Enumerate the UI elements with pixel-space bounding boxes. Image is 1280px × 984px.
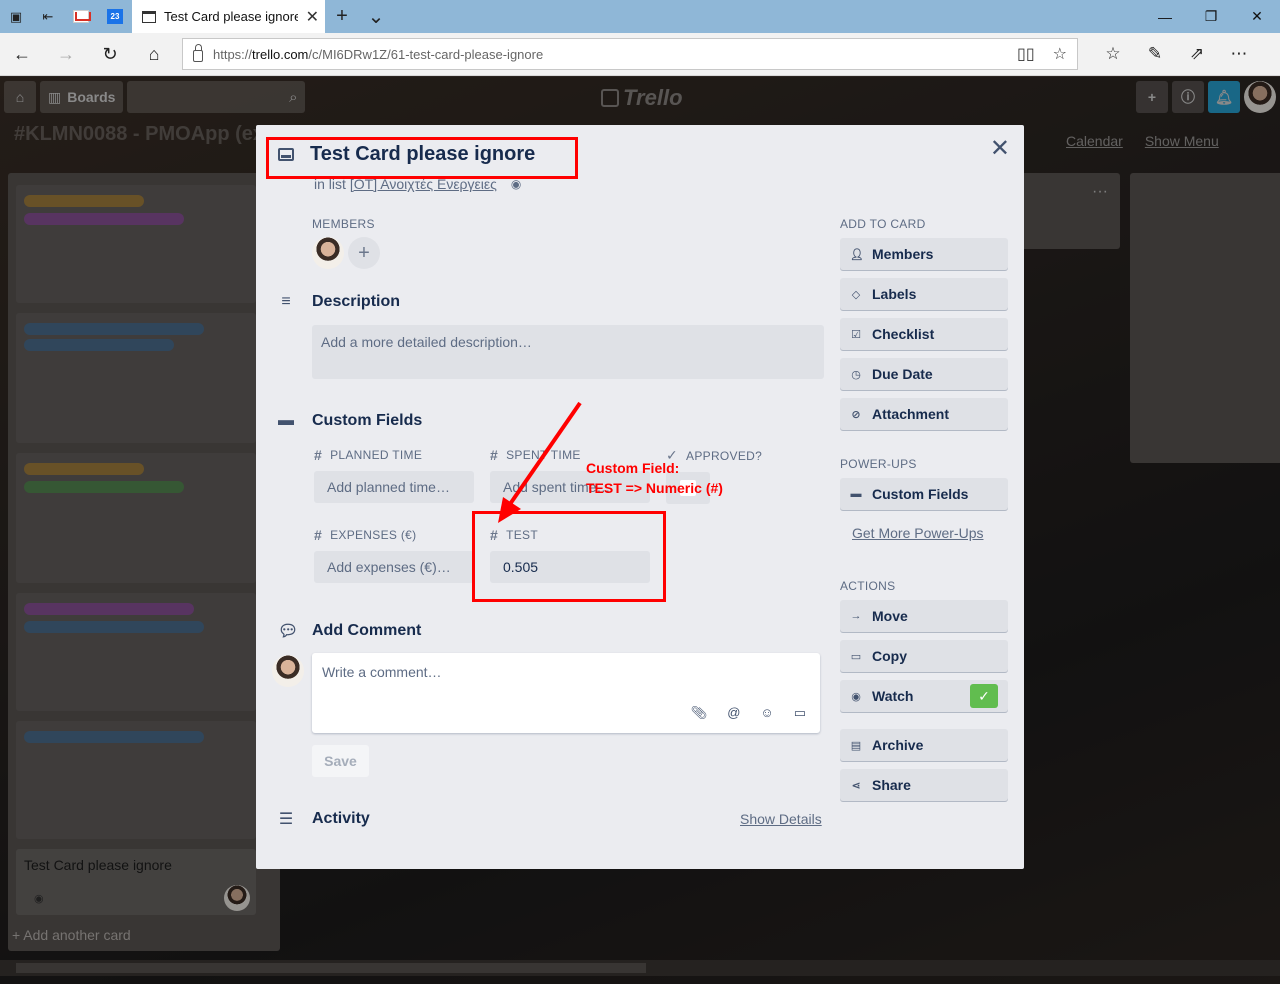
- annotation-arrow: [498, 401, 582, 523]
- window-controls: — ❐ ✕: [1142, 0, 1280, 33]
- tab-preview-chevron-icon[interactable]: ⌄: [359, 0, 393, 33]
- close-tab-icon[interactable]: ✕: [306, 7, 319, 27]
- tab-title: Test Card please ignore: [164, 9, 298, 24]
- favorite-star-icon[interactable]: ☆: [1053, 44, 1067, 64]
- forward-icon[interactable]: →: [44, 33, 88, 76]
- new-tab-icon[interactable]: +: [325, 0, 359, 33]
- minimize-icon[interactable]: —: [1142, 0, 1188, 33]
- back-icon[interactable]: ←: [0, 33, 44, 76]
- tab-calendar[interactable]: 23: [98, 0, 132, 33]
- home-icon[interactable]: ⌂: [132, 33, 176, 76]
- tab-gmail[interactable]: [64, 0, 98, 33]
- address-bar[interactable]: https://trello.com/c/MI6DRw1Z/61-test-ca…: [182, 38, 1078, 70]
- browser-nav-bar: ← → ↻ ⌂ https://trello.com/c/MI6DRw1Z/61…: [0, 33, 1280, 76]
- browser-tab-bar: ▣ ⇤ 23 Test Card please ignore ✕ + ⌄ — ❐…: [0, 0, 1280, 33]
- restore-icon[interactable]: ❐: [1188, 0, 1234, 33]
- tab-active[interactable]: Test Card please ignore ✕: [132, 0, 325, 33]
- reading-view-icon[interactable]: ▯▯: [1017, 44, 1035, 64]
- more-icon[interactable]: ⋯: [1218, 33, 1260, 76]
- tab-actions-icon[interactable]: ▣: [0, 0, 32, 33]
- gmail-icon: [73, 10, 89, 23]
- window-close-icon[interactable]: ✕: [1234, 0, 1280, 33]
- set-aside-tabs-icon[interactable]: ⇤: [32, 0, 64, 33]
- share-icon[interactable]: ⇗: [1176, 33, 1218, 76]
- refresh-icon[interactable]: ↻: [88, 33, 132, 76]
- pen-icon[interactable]: ✎: [1134, 33, 1176, 76]
- calendar-favicon: 23: [107, 9, 123, 24]
- trello-app: ⌂ ▥ Boards ⌕ Trello + ⓘ 🔔︎ #KLMN0088 - PM…: [0, 77, 1280, 984]
- lock-icon: [193, 43, 203, 62]
- favorites-icon[interactable]: ☆: [1092, 33, 1134, 76]
- url-text: https://trello.com/c/MI6DRw1Z/61-test-ca…: [213, 46, 544, 62]
- page-icon: [142, 10, 156, 23]
